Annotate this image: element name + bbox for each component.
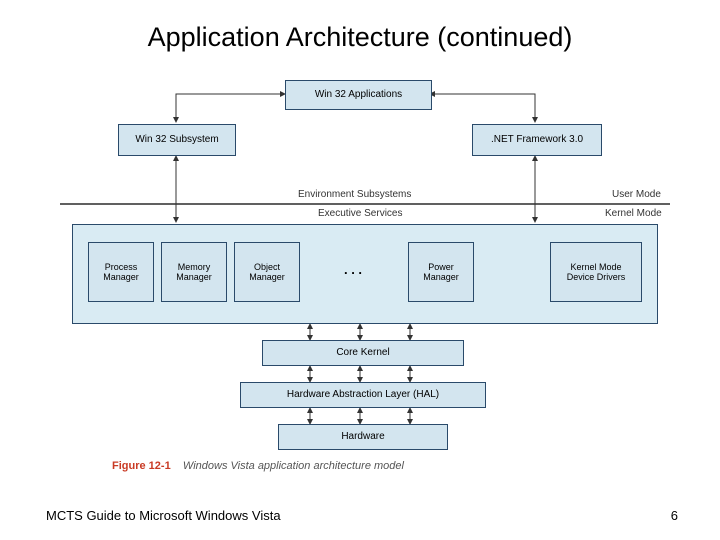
ellipsis: . . . bbox=[308, 262, 398, 277]
footer-text: MCTS Guide to Microsoft Windows Vista bbox=[46, 508, 281, 523]
box-net-framework: .NET Framework 3.0 bbox=[472, 124, 602, 156]
label-env-subsystems: Environment Subsystems bbox=[298, 189, 411, 200]
box-kernel-mode-drivers: Kernel Mode Device Drivers bbox=[550, 242, 642, 302]
box-core-kernel: Core Kernel bbox=[262, 340, 464, 366]
slide-title: Application Architecture (continued) bbox=[0, 22, 720, 53]
page-number: 6 bbox=[671, 508, 678, 523]
box-object-manager: Object Manager bbox=[234, 242, 300, 302]
box-process-manager: Process Manager bbox=[88, 242, 154, 302]
box-memory-manager: Memory Manager bbox=[161, 242, 227, 302]
box-power-manager: Power Manager bbox=[408, 242, 474, 302]
box-hardware: Hardware bbox=[278, 424, 448, 450]
box-win32-apps: Win 32 Applications bbox=[285, 80, 432, 110]
label-kernel-mode: Kernel Mode bbox=[605, 208, 662, 219]
label-user-mode: User Mode bbox=[612, 189, 661, 200]
figure-caption: Figure 12-1 Windows Vista application ar… bbox=[112, 460, 404, 472]
figure-number: Figure 12-1 bbox=[112, 460, 171, 472]
architecture-diagram: Win 32 Applications Win 32 Subsystem .NE… bbox=[60, 74, 670, 474]
box-hal: Hardware Abstraction Layer (HAL) bbox=[240, 382, 486, 408]
figure-text: Windows Vista application architecture m… bbox=[183, 460, 404, 472]
label-executive-services: Executive Services bbox=[318, 208, 402, 219]
box-win32-subsystem: Win 32 Subsystem bbox=[118, 124, 236, 156]
